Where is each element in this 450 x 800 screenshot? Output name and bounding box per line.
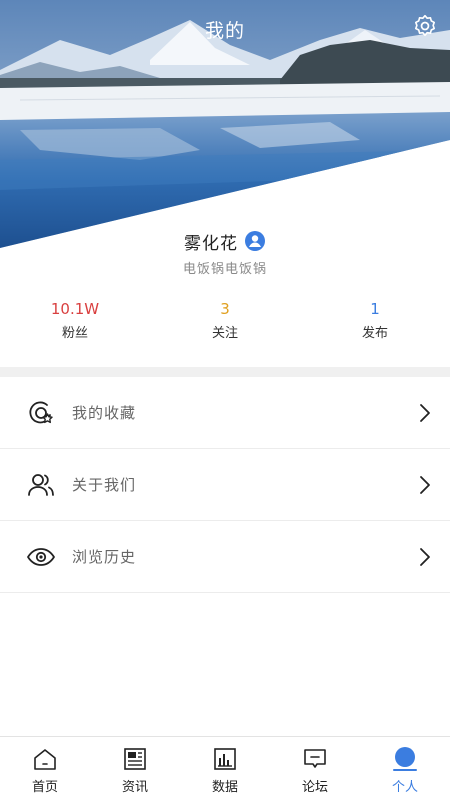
header-banner: 我的 xyxy=(0,0,450,250)
stat-label: 发布 xyxy=(361,326,388,341)
menu-item-about-us[interactable]: 关于我们 xyxy=(0,449,450,521)
menu-item-favorites[interactable]: 我的收藏 xyxy=(0,377,450,449)
stat-value: 3 xyxy=(220,300,230,318)
tab-data[interactable]: 数据 xyxy=(180,737,270,800)
menu-item-label: 浏览历史 xyxy=(72,548,137,566)
tab-label: 首页 xyxy=(31,780,58,795)
stat-label: 关注 xyxy=(211,326,238,341)
stat-fans[interactable]: 10.1W 粉丝 xyxy=(0,298,150,341)
tab-news[interactable]: 资讯 xyxy=(90,737,180,800)
news-icon xyxy=(124,748,146,770)
menu-item-label: 关于我们 xyxy=(72,476,137,494)
forum-icon xyxy=(304,749,326,768)
favorites-icon xyxy=(29,401,53,423)
stat-label: 粉丝 xyxy=(61,326,88,341)
stat-following[interactable]: 3 关注 xyxy=(150,298,300,341)
chart-icon xyxy=(214,748,236,770)
tab-label: 论坛 xyxy=(301,780,328,795)
stat-value: 1 xyxy=(370,300,380,318)
users-icon xyxy=(28,473,54,496)
stat-posts[interactable]: 1 发布 xyxy=(300,298,450,341)
tab-label: 个人 xyxy=(391,780,418,795)
chevron-right-icon xyxy=(420,403,430,422)
user-name: 雾化花 xyxy=(184,233,238,254)
menu-item-label: 我的收藏 xyxy=(72,404,137,422)
eye-icon xyxy=(27,547,55,566)
stats-row: 10.1W 粉丝 3 关注 1 发布 xyxy=(0,298,450,341)
home-icon xyxy=(34,749,56,770)
tab-label: 资讯 xyxy=(121,780,148,795)
chevron-right-icon xyxy=(420,475,430,494)
stat-value: 10.1W xyxy=(50,300,100,318)
page-title: 我的 xyxy=(204,20,245,42)
gear-icon[interactable] xyxy=(412,13,438,39)
verified-user-badge-icon xyxy=(245,231,265,251)
tab-home[interactable]: 首页 xyxy=(0,737,90,800)
section-divider xyxy=(0,367,450,377)
tab-label: 数据 xyxy=(211,780,238,795)
tab-profile[interactable]: 个人 xyxy=(360,737,450,800)
profile-section: 雾化花 电饭锅电饭锅 xyxy=(0,228,450,277)
tab-forum[interactable]: 论坛 xyxy=(270,737,360,800)
person-icon xyxy=(393,747,417,771)
menu-item-browse-history[interactable]: 浏览历史 xyxy=(0,521,450,593)
bottom-tab-bar: 首页 资讯 数据 论坛 个人 xyxy=(0,736,450,800)
chevron-right-icon xyxy=(420,547,430,566)
menu-list: 我的收藏 关于我们 浏览历史 xyxy=(0,377,450,593)
user-bio: 电饭锅电饭锅 xyxy=(182,262,267,277)
